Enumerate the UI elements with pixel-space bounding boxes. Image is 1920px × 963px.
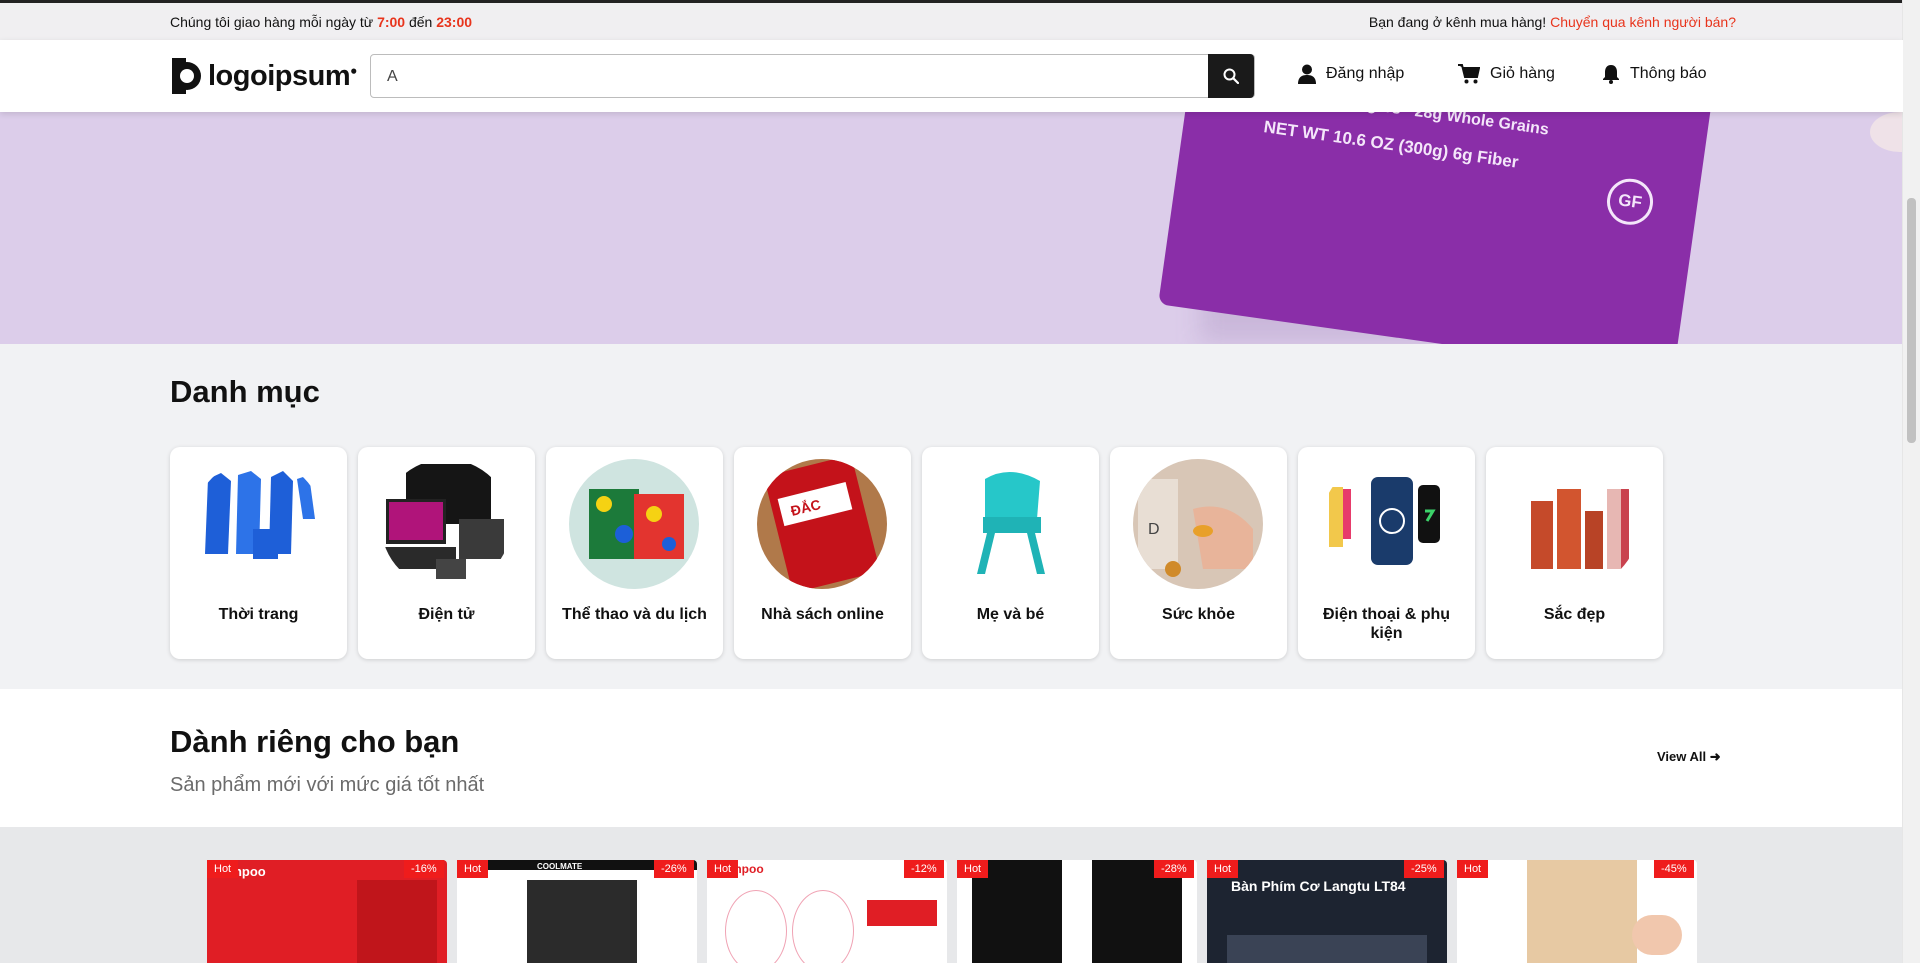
gf-badge: GF [1604, 175, 1656, 228]
category-card-health[interactable]: D Sức khỏe [1110, 447, 1287, 659]
discount-badge: -26% [654, 860, 694, 878]
arrow-right-icon: ➜ [1709, 749, 1721, 764]
product-banner-text: COOLMATE [537, 862, 583, 871]
delivery-text: Chúng tôi giao hàng mỗi ngày từ [170, 14, 374, 30]
baby-chair-icon [945, 459, 1075, 589]
products-row: Kumpoo Hot -16% COOLMATE Hot -26% Kumpoo… [0, 827, 1903, 963]
voucher-badge [867, 900, 937, 926]
bell-icon [1603, 65, 1619, 84]
search-icon [1223, 68, 1239, 84]
notification-label: Thông báo [1630, 65, 1707, 82]
scrollbar-thumb[interactable] [1907, 198, 1916, 443]
hot-badge: Hot [1207, 860, 1239, 878]
electronics-icon [381, 459, 511, 589]
search-button[interactable] [1208, 54, 1254, 98]
category-card-fashion[interactable]: Thời trang [170, 447, 347, 659]
open-time: 7:00 [377, 14, 406, 30]
switch-to-seller-link[interactable]: Chuyển qua kênh người bán? [1550, 14, 1736, 30]
discount-badge: -25% [1404, 860, 1444, 878]
category-card-books[interactable]: ĐẮC Nhà sách online [734, 447, 911, 659]
for-you-title: Dành riêng cho bạn [170, 724, 460, 759]
product-banner-text: Bàn Phím Cơ Langtu LT84 [1231, 878, 1406, 894]
hot-badge: Hot [707, 860, 739, 878]
channel-text: Bạn đang ở kênh mua hàng! [1368, 14, 1547, 30]
discount-badge: -45% [1654, 860, 1694, 878]
category-label: Sức khỏe [1162, 606, 1235, 623]
phone-icon [1321, 459, 1451, 589]
category-label: Thể thao và du lịch [562, 606, 707, 623]
for-you-section: Dành riêng cho bạn Sản phẩm mới với mức … [0, 689, 1903, 827]
cart-button[interactable]: Giỏ hàng [1458, 64, 1555, 84]
lipstick-icon [1509, 459, 1639, 589]
product-image-hand [1632, 915, 1682, 955]
product-pack-image: No Refined Sugars · 28g Whole Grains NET… [1158, 112, 1722, 344]
fashion-icon [193, 459, 323, 589]
category-card-phones[interactable]: Điện thoại & phụ kiện [1298, 447, 1475, 659]
hot-badge: Hot [1457, 860, 1489, 878]
book-icon: ĐẮC [757, 459, 887, 589]
category-label: Nhà sách online [761, 606, 884, 623]
category-label: Điện thoại & phụ kiện [1322, 606, 1451, 642]
product-image [725, 890, 787, 963]
category-card-sports[interactable]: Thể thao và du lịch [546, 447, 723, 659]
product-image [1527, 860, 1637, 963]
category-label: Thời trang [218, 606, 299, 623]
discount-badge: -28% [1154, 860, 1194, 878]
for-you-subtitle: Sản phẩm mới với mức giá tốt nhất [170, 774, 485, 796]
search-input[interactable] [385, 65, 1169, 89]
cart-icon [1458, 64, 1480, 84]
category-card-electronics[interactable]: Điện tử [358, 447, 535, 659]
search-box [370, 54, 1255, 98]
category-label: Điện tử [418, 606, 475, 623]
close-time: 23:00 [436, 14, 473, 30]
vertical-scrollbar[interactable] [1902, 0, 1920, 963]
product-image [792, 890, 854, 963]
category-card-mother-baby[interactable]: Mẹ và bé [922, 447, 1099, 659]
category-label: Mẹ và bé [976, 606, 1045, 623]
hero-banner[interactable]: No Refined Sugars · 28g Whole Grains NET… [0, 112, 1903, 344]
product-image [527, 880, 637, 963]
notification-button[interactable]: Thông báo [1602, 64, 1707, 84]
sports-travel-icon [569, 459, 699, 589]
login-button[interactable]: Đăng nhập [1298, 64, 1404, 84]
channel-info: Bạn đang ở kênh mua hàng! Chuyển qua kên… [1369, 14, 1736, 30]
categories-title: Danh mục [170, 374, 320, 409]
discount-badge: -12% [904, 860, 944, 878]
banner-corner-decoration [1870, 112, 1903, 152]
categories-section: Danh mục Thời trang Điện tử Thể thao và … [0, 344, 1903, 689]
category-card-beauty[interactable]: Sắc đẹp [1486, 447, 1663, 659]
to-text: đến [408, 14, 433, 30]
hot-badge: Hot [457, 860, 489, 878]
delivery-hours: Chúng tôi giao hàng mỗi ngày từ 7:00 đến… [170, 14, 472, 30]
logo[interactable]: logoipsum● [172, 54, 357, 98]
health-icon: D [1133, 459, 1263, 589]
product-image [357, 880, 437, 963]
cart-label: Giỏ hàng [1490, 65, 1555, 82]
logo-mark-icon [172, 56, 202, 96]
top-bar: Chúng tôi giao hàng mỗi ngày từ 7:00 đến… [0, 0, 1903, 40]
page: Chúng tôi giao hàng mỗi ngày từ 7:00 đến… [0, 0, 1903, 963]
hot-badge: Hot [207, 860, 239, 878]
category-label: Sắc đẹp [1543, 606, 1606, 623]
logo-text: logoipsum● [208, 59, 357, 92]
view-all-label: View All [1657, 749, 1707, 764]
user-icon [1298, 64, 1316, 84]
header: logoipsum● Đăng nhập Giỏ hàng [0, 40, 1903, 112]
login-label: Đăng nhập [1326, 65, 1405, 82]
discount-badge: -16% [404, 860, 444, 878]
view-all-link[interactable]: View All ➜ [1657, 749, 1721, 765]
product-image [1227, 935, 1427, 963]
hot-badge: Hot [957, 860, 989, 878]
svg-text:D: D [1148, 521, 1160, 538]
